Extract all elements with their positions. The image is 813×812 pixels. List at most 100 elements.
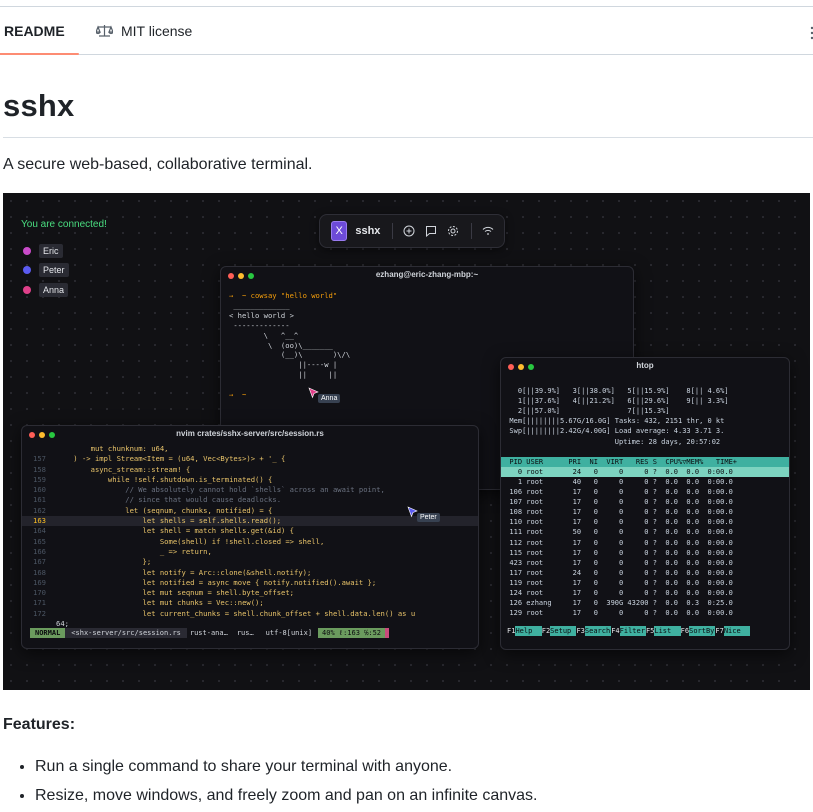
code-text: let notify = Arc::clone(&shell.notify); — [56, 567, 312, 577]
line-number: 165 — [33, 536, 46, 546]
kebab-menu-icon[interactable] — [809, 26, 813, 40]
process-row: 124 root 17 0 0 0 ? 0.0 0.0 0:00.0 — [501, 588, 733, 597]
terminal-line: \ (oo)\_______ — [229, 340, 333, 350]
line-number: 158 — [33, 464, 46, 474]
function-key[interactable]: F5 — [646, 626, 654, 636]
user-color-dot — [23, 266, 31, 274]
function-key-label[interactable]: Nice — [723, 626, 751, 636]
code-text: let shells = self.shells.read(); — [56, 516, 282, 526]
line-number: 157 — [33, 454, 46, 464]
cursor-label: Anna — [318, 394, 341, 403]
readme-tabs: README MIT license — [0, 7, 813, 55]
tab-license-label: MIT license — [121, 22, 193, 39]
tab-readme[interactable]: README — [0, 7, 79, 55]
process-row: 106 root 17 0 0 0 ? 0.0 0.0 0:00.0 — [501, 488, 733, 497]
user-name: Peter — [39, 263, 69, 277]
code-text: mut chunknum: u64, — [56, 444, 169, 453]
add-terminal-icon[interactable] — [403, 225, 415, 237]
line-number: 172 — [33, 608, 46, 618]
code-text: let (seqnum, chunks, notified) = { — [56, 505, 273, 515]
code-text: let mut seqnum = shell.byte_offset; — [56, 588, 294, 598]
code-line: 157 ) -> impl Stream<Item = (u64, Vec<By… — [22, 454, 478, 464]
window-titlebar[interactable]: ezhang@eric-zhang-mbp:~ — [221, 267, 633, 285]
code-text: let mut chunks = Vec::new(); — [56, 598, 264, 608]
window-title: htop — [636, 361, 654, 370]
code-text: async_stream::stream! { — [56, 464, 191, 474]
code-line: 160 // We absolutely cannot hold `shells… — [22, 485, 478, 495]
cursor-anna: Anna — [308, 387, 341, 403]
process-row: 119 root 17 0 0 0 ? 0.0 0.0 0:00.0 — [501, 578, 733, 587]
function-key[interactable]: F4 — [611, 626, 619, 636]
function-key-label[interactable]: SortBy — [689, 626, 716, 636]
code-editor: mut chunknum: u64, 157 ) -> impl Stream<I… — [22, 444, 478, 629]
htop-function-keys: F1 Help F2 Setup F3 Search F4 Filter F5 List F6… — [507, 626, 789, 636]
feature-item: Resize, move windows, and freely zoom an… — [35, 781, 538, 810]
connection-status: You are connected! — [21, 219, 107, 230]
process-row: 110 root 17 0 0 0 ? 0.0 0.0 0:00.0 — [501, 518, 733, 527]
function-key-label[interactable]: Help — [515, 626, 542, 636]
function-key[interactable]: F3 — [576, 626, 584, 636]
terminal-line: < hello world > — [229, 310, 294, 320]
toolbar-divider — [471, 223, 472, 239]
wifi-icon — [482, 225, 494, 237]
line-number: 166 — [33, 546, 46, 556]
function-key[interactable]: F7 — [715, 626, 723, 636]
function-key-label[interactable]: Filter — [619, 626, 646, 636]
terminal-line: \ ^__^ — [229, 330, 299, 340]
line-number: 161 — [33, 495, 46, 505]
toolbar-title: sshx — [355, 225, 381, 237]
function-key[interactable]: F6 — [681, 626, 689, 636]
user-color-dot — [23, 247, 31, 255]
code-line: 166 _ => return, — [22, 547, 478, 557]
meter-line: Uptime: 28 days, 20:57:02 — [501, 437, 721, 446]
window-titlebar[interactable]: htop — [501, 358, 789, 376]
terminal-line: → ~ cowsay "hello world" — [229, 291, 338, 300]
process-row: 117 root 24 0 0 0 ? 0.0 0.0 0:00.0 — [501, 568, 733, 577]
user-peter: Peter — [23, 263, 69, 277]
features-heading: Features: — [3, 716, 76, 733]
vim-file: <shx-server/src/session.rs — [65, 628, 187, 638]
settings-icon[interactable] — [447, 225, 459, 237]
terminal-line: _____________ — [229, 300, 290, 310]
function-key-label[interactable]: Setup — [550, 626, 577, 636]
meter-line: 1[||37.6%] 4[||21.2%] 6[||29.6%] 9[|| 3.… — [501, 397, 729, 406]
meter-line: 0[||39.9%] 3[||38.0%] 5[||15.9%] 8[|| 4.… — [501, 387, 729, 396]
line-number: 160 — [33, 485, 46, 495]
toolbar-divider — [392, 223, 394, 239]
vim-lsp: rust-ana… — [189, 629, 228, 637]
sshx-toolbar: X sshx — [319, 214, 505, 248]
code-line: 158 async_stream::stream! { — [22, 465, 478, 475]
line-number: 163 — [33, 516, 46, 526]
user-name: Eric — [39, 244, 63, 258]
code-text: ) -> impl Stream<Item = (u64, Vec<Bytes>… — [56, 454, 286, 464]
user-name: Anna — [39, 283, 69, 297]
chat-icon[interactable] — [425, 225, 437, 237]
terminal-line: ------------- — [229, 320, 290, 330]
tagline: A secure web-based, collaborative termin… — [3, 156, 313, 173]
feature-item: Run a single command to share your termi… — [35, 752, 538, 781]
process-row: 108 root 17 0 0 0 ? 0.0 0.0 0:00.0 — [501, 508, 733, 517]
user-color-dot — [23, 286, 31, 294]
code-line: 170 let mut seqnum = shell.byte_offset; — [22, 588, 478, 598]
code-text: _ => return, — [56, 546, 212, 556]
terminal-window-htop[interactable]: htop 0[||39.9%] 3[||38.0%] 5[||15.9%] 8[… — [500, 357, 790, 650]
function-key[interactable]: F1 — [507, 626, 515, 636]
function-key[interactable]: F2 — [542, 626, 550, 636]
function-key-label[interactable]: Search — [584, 626, 612, 636]
code-text: }; — [56, 557, 152, 567]
window-titlebar[interactable]: nvim crates/sshx-server/src/session.rs — [22, 426, 478, 444]
line-number: 171 — [33, 598, 46, 608]
process-row: 423 root 17 0 0 0 ? 0.0 0.0 0:00.0 — [501, 558, 733, 567]
process-row: 126 ezhang 17 0 390G 43200 ? 0.0 0.3 0:2… — [501, 599, 733, 608]
code-line: 165 Some(shell) if !shell.closed => shel… — [22, 537, 478, 547]
function-key-label[interactable]: List — [654, 626, 681, 636]
meter-line: Swp[||||||||2.42G/4.00G] Load average: 4… — [501, 427, 725, 436]
tab-license[interactable]: MIT license — [96, 7, 192, 54]
code-line: 167 }; — [22, 557, 478, 567]
code-text: 64; — [56, 619, 69, 629]
vim-position: 40% ℓ:163 ℅:52 — [318, 628, 386, 638]
terminal-window-nvim[interactable]: nvim crates/sshx-server/src/session.rs m… — [21, 425, 479, 649]
code-line: 168 let notify = Arc::clone(&shell.notif… — [22, 568, 478, 578]
vim-encoding: utf-8[unix] — [265, 629, 313, 637]
